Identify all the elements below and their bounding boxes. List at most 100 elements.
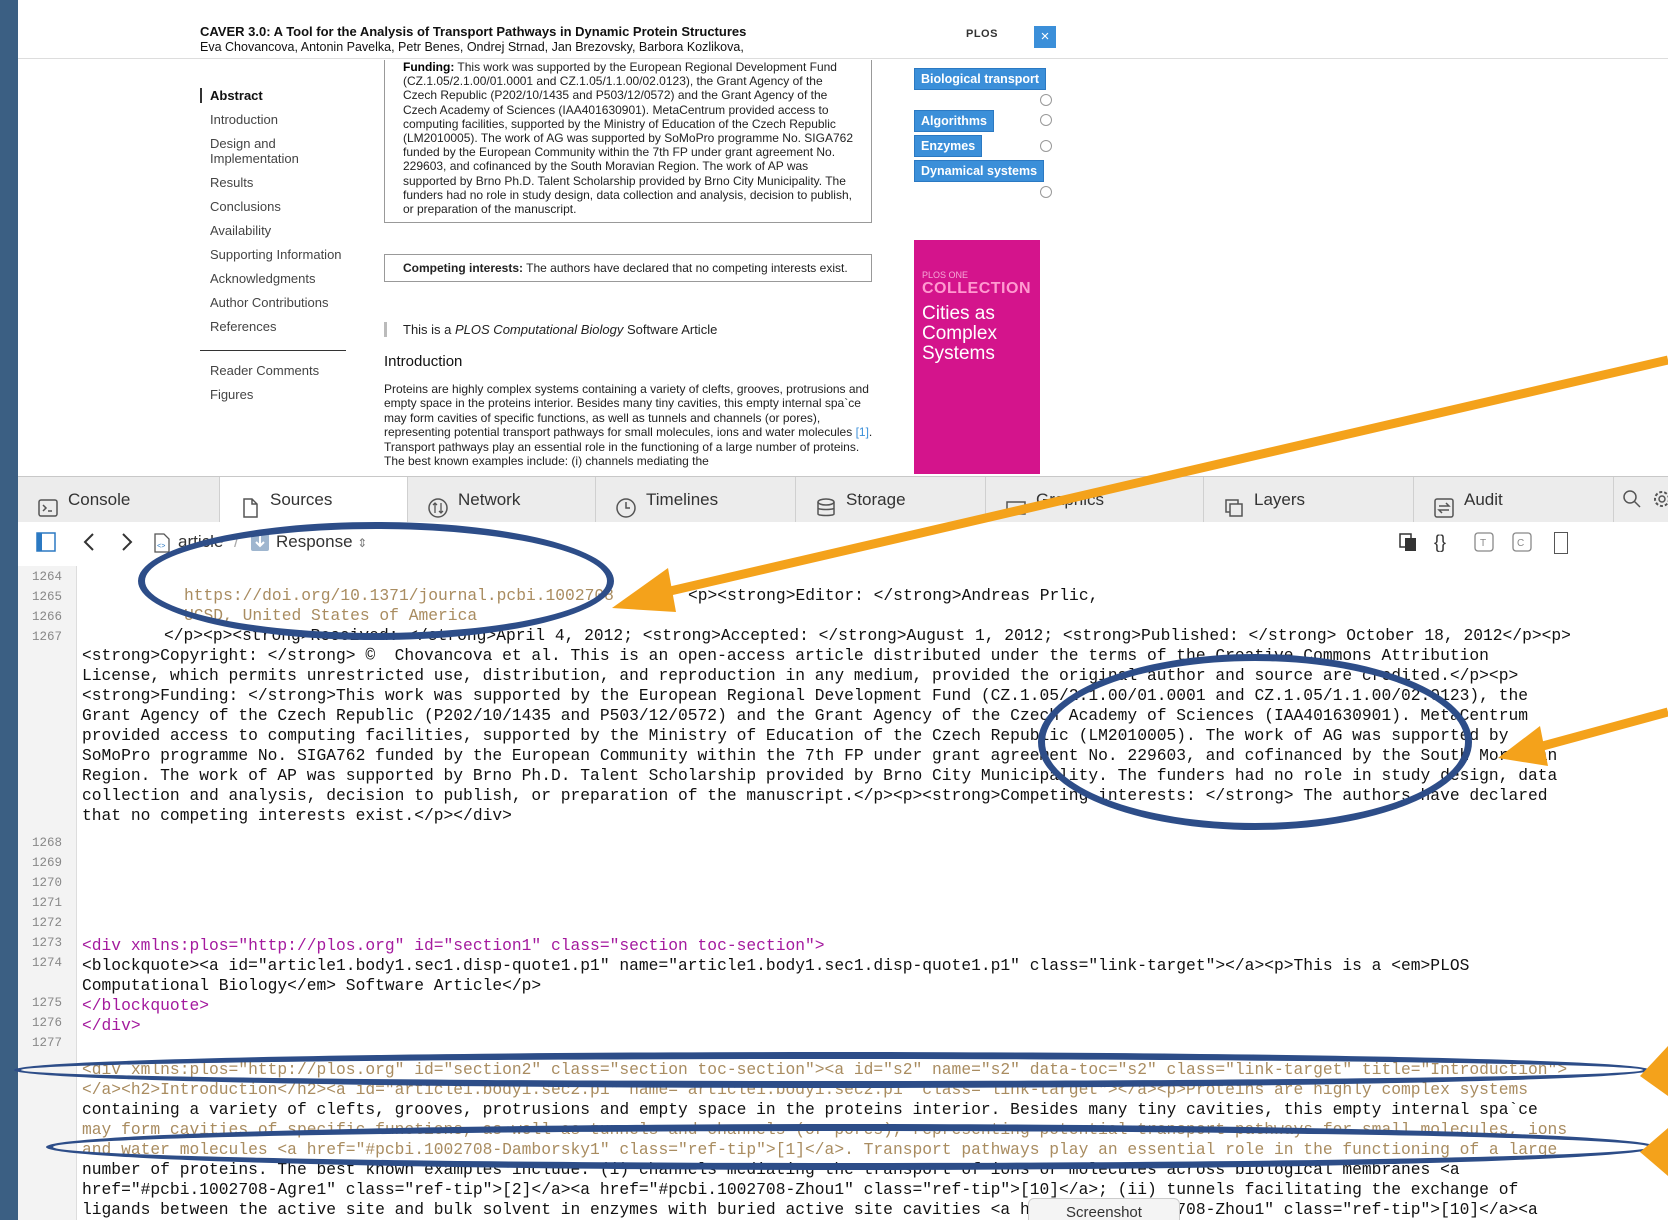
toc-item-design[interactable]: Design and Implementation <box>210 136 346 166</box>
toc-item-acknowledgments[interactable]: Acknowledgments <box>210 271 346 286</box>
line-number: 1270 <box>32 876 63 890</box>
copy-icon[interactable] <box>1398 532 1418 557</box>
reference-link[interactable]: [1] <box>856 425 869 439</box>
funding-label: Funding: <box>403 60 455 74</box>
plos-logo: PLOS <box>966 28 998 40</box>
competing-interests-box: Competing interests: The authors have de… <box>384 254 872 282</box>
highlight-ellipse <box>14 1052 1650 1088</box>
toc-item-references[interactable]: References <box>210 319 346 334</box>
layers-icon <box>1224 490 1244 517</box>
code-line: containing a variety of clefts, grooves,… <box>82 1100 1538 1119</box>
tab-storage[interactable]: Storage <box>796 477 986 523</box>
pin-icon[interactable] <box>1040 140 1052 152</box>
tab-console[interactable]: Console <box>18 477 220 523</box>
line-number: 1266 <box>32 610 63 624</box>
toc-item-author-contributions[interactable]: Author Contributions <box>210 295 346 310</box>
tab-layers[interactable]: Layers <box>1204 477 1414 523</box>
code-line: Computational Biology</em> Software Arti… <box>82 976 542 995</box>
tag-biological-transport[interactable]: Biological transport <box>914 68 1047 90</box>
article-header: CAVER 3.0: A Tool for the Analysis of Tr… <box>18 0 1668 59</box>
line-gutter <box>18 566 77 1220</box>
competing-label: Competing interests: <box>403 261 524 275</box>
tag-algorithms[interactable]: Algorithms <box>914 110 994 132</box>
svg-text:<>: <> <box>157 543 165 551</box>
line-number: 1277 <box>32 1036 63 1050</box>
panel-icon[interactable] <box>1554 532 1568 554</box>
promo-collection: COLLECTION <box>922 280 1031 297</box>
line-number: 1274 <box>32 956 63 970</box>
note-post: Software Article <box>623 322 718 337</box>
devtools-tab-bar: Console Sources Network Timelines Storag… <box>18 476 1668 524</box>
line-number: 1271 <box>32 896 63 910</box>
audit-icon <box>1434 490 1454 518</box>
screenshot-tooltip: Screenshot <box>1028 1198 1180 1220</box>
note-journal: PLOS Computational Biology <box>455 322 624 337</box>
tab-console-label: Console <box>68 490 131 509</box>
tab-network-label: Network <box>458 490 521 509</box>
toc-item-abstract[interactable]: Abstract <box>200 88 346 103</box>
line-number: 1267 <box>32 630 63 644</box>
forward-icon[interactable] <box>116 532 136 557</box>
toc-item-availability[interactable]: Availability <box>210 223 346 238</box>
article-title: CAVER 3.0: A Tool for the Analysis of Tr… <box>200 24 747 39</box>
tab-timelines[interactable]: Timelines <box>596 477 796 523</box>
toc-item-introduction[interactable]: Introduction <box>210 112 346 127</box>
funding-text: This work was supported by the European … <box>403 60 853 217</box>
code-viewer[interactable]: 1264 1265 1266 1267 1268 1269 1270 1271 … <box>18 566 1668 1220</box>
pin-icon[interactable] <box>1040 94 1052 106</box>
network-icon <box>428 490 448 518</box>
tag-enzymes[interactable]: Enzymes <box>914 135 983 157</box>
competing-text: The authors have declared that no compet… <box>523 261 848 275</box>
tab-network[interactable]: Network <box>408 477 596 523</box>
line-number: 1275 <box>32 996 63 1010</box>
promo-journal: PLOS ONE <box>922 270 969 280</box>
braces-icon[interactable]: {} <box>1434 532 1446 553</box>
c-icon[interactable]: C <box>1512 532 1532 557</box>
intro-paragraph: Proteins are highly complex systems cont… <box>384 382 874 474</box>
tag-dynamical-systems[interactable]: Dynamical systems <box>914 160 1045 182</box>
graphics-icon <box>1006 490 1026 515</box>
clock-icon <box>616 490 636 518</box>
tab-storage-label: Storage <box>846 490 906 509</box>
back-icon[interactable] <box>80 532 100 557</box>
pin-icon[interactable] <box>1040 114 1052 126</box>
code-line: </blockquote> <box>82 996 210 1015</box>
article-toc: Abstract Introduction Design and Impleme… <box>200 88 346 411</box>
toc-item-conclusions[interactable]: Conclusions <box>210 199 346 214</box>
code-line: <blockquote><a id="article1.body1.sec1.d… <box>82 956 1470 975</box>
code-line: ligands between the active site and bulk… <box>82 1200 1538 1219</box>
intro-heading: Introduction <box>384 353 463 370</box>
tab-timelines-label: Timelines <box>646 490 719 509</box>
toc-item-reader-comments[interactable]: Reader Comments <box>210 363 346 378</box>
code-line: that no competing interests exist.</p></… <box>82 806 512 825</box>
collection-promo[interactable]: PLOS ONE COLLECTION Cities as Complex Sy… <box>914 240 1040 474</box>
tab-sources[interactable]: Sources <box>220 477 408 523</box>
code-line-section1: <div xmlns:plos="http://plos.org" id="se… <box>82 936 825 955</box>
sidebar-toggle-icon[interactable] <box>36 532 56 554</box>
toc-divider <box>200 350 346 351</box>
svg-text:C: C <box>1517 538 1524 549</box>
line-number: 1265 <box>32 590 63 604</box>
code-line-editor: <p><strong>Editor: </strong>Andreas Prli… <box>688 586 1099 605</box>
intro-text: Proteins are highly complex systems cont… <box>384 382 869 440</box>
article-type-note: This is a PLOS Computational Biology Sof… <box>384 322 717 337</box>
tab-graphics[interactable]: Graphics <box>986 477 1204 523</box>
text-icon[interactable]: T <box>1474 532 1494 557</box>
highlight-ellipse <box>138 522 614 640</box>
toc-item-supporting[interactable]: Supporting Information <box>210 247 346 262</box>
code-line: </div> <box>82 1016 141 1035</box>
promo-title: Cities as Complex Systems <box>922 303 997 364</box>
toc-item-figures[interactable]: Figures <box>210 387 346 402</box>
funding-box: Funding: This work was supported by the … <box>384 60 872 224</box>
pin-icon[interactable] <box>1040 186 1052 198</box>
highlight-ellipse <box>1038 654 1472 830</box>
tab-graphics-label: Graphics <box>1036 490 1105 509</box>
close-button[interactable]: × <box>1034 26 1056 48</box>
highlight-ellipse <box>46 1124 1656 1170</box>
note-pre: This is a <box>403 322 456 337</box>
search-icon[interactable] <box>1622 489 1644 511</box>
toc-item-results[interactable]: Results <box>210 175 346 190</box>
file-icon <box>240 490 260 518</box>
gear-icon[interactable] <box>1652 489 1668 511</box>
tab-audit[interactable]: Audit <box>1414 477 1614 523</box>
